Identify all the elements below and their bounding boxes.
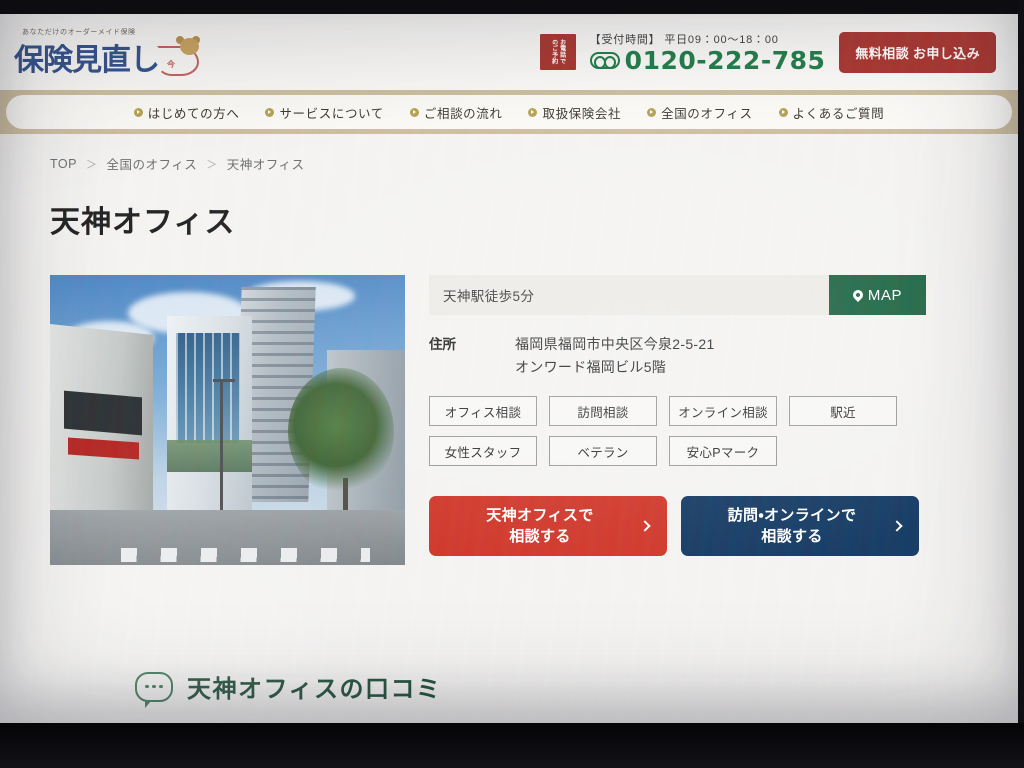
breadcrumb-separator-icon: ＞	[85, 158, 98, 171]
nav-item-offices[interactable]: 全国のオフィス	[647, 103, 752, 122]
bezel-right-edge	[1018, 0, 1024, 768]
telephone-line: 0120-222-785	[589, 48, 826, 73]
nav-item-label: 取扱保険会社	[542, 106, 622, 121]
map-button[interactable]: MAP	[829, 275, 926, 315]
address-line-1: 福岡県福岡市中央区今泉2-5-21	[515, 336, 715, 352]
cta-secondary-line-2: 相談する	[761, 528, 823, 546]
bezel-bottom-edge	[0, 723, 1024, 768]
access-text: 天神駅徒歩5分	[429, 275, 829, 315]
breadcrumb-item-current: 天神オフィス	[226, 158, 305, 172]
site-logo[interactable]: あなただけのオーダーメイド保険 保険見直し 今	[14, 29, 201, 76]
nav-item-flow[interactable]: ご相談の流れ	[409, 103, 503, 122]
tag-female-staff[interactable]: 女性スタッフ	[429, 436, 537, 467]
arrow-dot-icon	[265, 107, 275, 117]
cta-primary-line-2: 相談する	[509, 528, 571, 546]
logo-badge-text: 今	[167, 59, 175, 69]
nav-item-faq[interactable]: よくあるご質問	[778, 103, 885, 122]
map-pin-icon	[850, 287, 865, 303]
address-line-2: オンワード福岡ビル5階	[515, 358, 667, 375]
bezel-top-edge	[0, 0, 1024, 14]
tag-privacy-mark[interactable]: 安心Pマーク	[669, 436, 777, 467]
chevron-right-icon	[891, 520, 903, 533]
logo-tagline: あなただけのオーダーメイド保険	[22, 28, 136, 36]
office-exterior-photo	[50, 275, 405, 565]
nav-item-services[interactable]: サービスについて	[265, 103, 383, 122]
site-header: あなただけのオーダーメイド保険 保険見直し 今 お電話でのご予約 【受付時間】 …	[0, 14, 1018, 90]
nav-item-label: よくあるご質問	[792, 106, 885, 121]
phone-reservation-badge: お電話でのご予約	[539, 34, 576, 70]
address-row: 住所 福岡県福岡市中央区今泉2-5-21 オンワード福岡ビル5階	[429, 333, 926, 378]
breadcrumb-separator-icon: ＞	[206, 158, 218, 171]
map-button-label: MAP	[867, 286, 903, 304]
arrow-dot-icon	[647, 107, 657, 117]
cta-secondary-line-1: 訪問・オンラインで	[727, 507, 857, 525]
address-label: 住所	[429, 337, 456, 352]
page-title: 天神オフィス	[50, 206, 236, 239]
office-cta-row: 天神オフィスで 相談する 訪問・オンラインで 相談する	[429, 496, 926, 557]
office-detail-section: 天神駅徒歩5分 MAP 住所 福岡県福岡市中央区今泉2-5-21 オンワード福岡…	[0, 241, 1018, 565]
browser-viewport: あなただけのオーダーメイド保険 保険見直し 今 お電話でのご予約 【受付時間】 …	[0, 14, 1018, 723]
device-bezel: あなただけのオーダーメイド保険 保険見直し 今 お電話でのご予約 【受付時間】 …	[0, 0, 1024, 768]
nav-item-label: ご相談の流れ	[423, 106, 503, 121]
nav-item-label: サービスについて	[279, 106, 384, 121]
nav-item-label: 全国のオフィス	[661, 106, 753, 121]
apply-free-consultation-button[interactable]: 無料相談 お申し込み	[839, 31, 996, 73]
telephone-number[interactable]: 0120-222-785	[625, 48, 826, 73]
logo-row: 保険見直し 今	[14, 35, 201, 78]
global-nav: はじめての方へ サービスについて ご相談の流れ 取扱保険会社 全国のオフィス よ…	[6, 95, 1012, 129]
main-content: TOP ＞ 全国のオフィス ＞ 天神オフィス 天神オフィス 天神駅徒歩5分 MA…	[0, 134, 1018, 708]
arrow-dot-icon	[528, 107, 538, 117]
freedial-icon	[589, 52, 620, 69]
consult-visit-online-button[interactable]: 訪問・オンラインで 相談する	[681, 496, 919, 557]
tag-online-consult[interactable]: オンライン相談	[669, 396, 777, 427]
header-contact-area: お電話でのご予約 【受付時間】 平日09：00〜18：00 0120-222-7…	[539, 31, 996, 73]
nav-item-beginners[interactable]: はじめての方へ	[133, 103, 240, 122]
breadcrumb: TOP ＞ 全国のオフィス ＞ 天神オフィス	[0, 154, 1018, 173]
breadcrumb-item-top[interactable]: TOP	[50, 157, 77, 171]
consult-at-office-button[interactable]: 天神オフィスで 相談する	[429, 496, 667, 557]
breadcrumb-item-offices[interactable]: 全国のオフィス	[106, 154, 197, 173]
reviews-title: 天神オフィスの口コミ	[187, 676, 442, 703]
arrow-dot-icon	[409, 107, 419, 117]
reception-hours: 【受付時間】 平日09：00〜18：00	[589, 34, 779, 46]
tag-veteran[interactable]: ベテラン	[549, 436, 657, 467]
tag-near-station[interactable]: 駅近	[789, 396, 897, 427]
tag-visit-consult[interactable]: 訪問相談	[549, 396, 657, 427]
office-feature-tags: オフィス相談 訪問相談 オンライン相談 駅近 女性スタッフ ベテラン 安心Pマー…	[429, 396, 926, 467]
arrow-dot-icon	[133, 107, 143, 117]
tag-office-consult[interactable]: オフィス相談	[429, 396, 537, 427]
arrow-dot-icon	[778, 107, 788, 117]
chevron-right-icon	[639, 520, 651, 533]
telephone-block: 【受付時間】 平日09：00〜18：00 0120-222-785	[589, 31, 826, 73]
logo-wordmark: 保険見直し	[14, 42, 160, 78]
address-value: 福岡県福岡市中央区今泉2-5-21 オンワード福岡ビル5階	[515, 333, 715, 378]
nav-item-insurers[interactable]: 取扱保険会社	[528, 103, 621, 122]
nav-item-label: はじめての方へ	[147, 106, 240, 121]
global-nav-band: はじめての方へ サービスについて ご相談の流れ 取扱保険会社 全国のオフィス よ…	[0, 90, 1018, 134]
office-info-column: 天神駅徒歩5分 MAP 住所 福岡県福岡市中央区今泉2-5-21 オンワード福岡…	[429, 275, 1018, 565]
access-row: 天神駅徒歩5分 MAP	[429, 275, 926, 315]
bear-mascot-icon: 今	[155, 35, 201, 76]
cta-primary-line-1: 天神オフィスで	[486, 507, 594, 525]
speech-bubble-icon	[135, 671, 173, 708]
reviews-section-header[interactable]: 天神オフィスの口コミ	[0, 669, 1018, 708]
